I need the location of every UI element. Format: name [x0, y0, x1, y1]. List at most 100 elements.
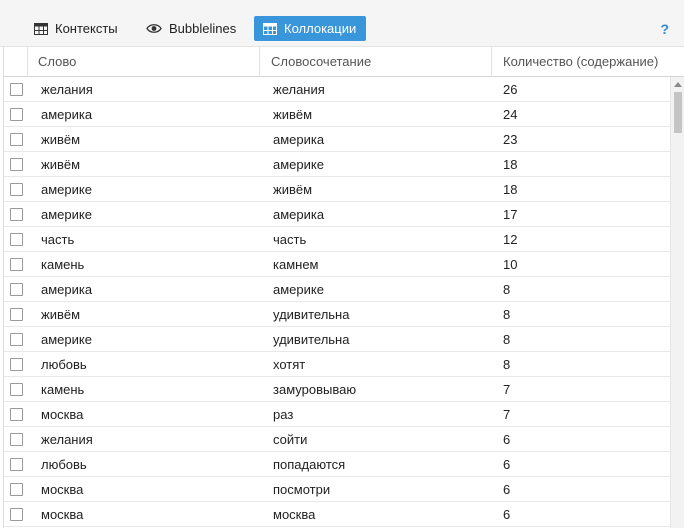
collocation-cell: америка: [273, 207, 325, 222]
table-row[interactable]: москва посмотри 6: [4, 477, 670, 502]
row-checkbox[interactable]: [10, 408, 23, 421]
word-cell: желания: [41, 432, 93, 447]
table-row[interactable]: любовь хотят 8: [4, 352, 670, 377]
word-cell: москва: [41, 507, 84, 522]
word-cell: америке: [41, 182, 92, 197]
count-cell: 7: [503, 407, 511, 422]
scroll-up-arrow-icon[interactable]: [671, 77, 684, 91]
column-header-word[interactable]: Слово: [27, 47, 259, 77]
collocation-cell: живём: [273, 107, 313, 122]
word-cell: камень: [41, 257, 85, 272]
word-cell: любовь: [41, 457, 87, 472]
word-cell: любовь: [41, 357, 87, 372]
row-checkbox[interactable]: [10, 458, 23, 471]
help-button[interactable]: ?: [660, 21, 669, 37]
row-checkbox[interactable]: [10, 283, 23, 296]
count-cell: 8: [503, 332, 511, 347]
table-icon: [34, 22, 48, 35]
count-cell: 7: [503, 382, 511, 397]
word-cell: америке: [41, 332, 92, 347]
collocation-cell: часть: [273, 232, 307, 247]
table-row[interactable]: живём америка 23: [4, 127, 670, 152]
word-cell: америке: [41, 207, 92, 222]
table-row[interactable]: живём удивительна 8: [4, 302, 670, 327]
collocation-cell: камнем: [273, 257, 319, 272]
table-row[interactable]: америке америка 17: [4, 202, 670, 227]
scrollbar-thumb[interactable]: [674, 92, 682, 133]
count-cell: 18: [503, 157, 518, 172]
count-cell: 12: [503, 232, 518, 247]
count-cell: 26: [503, 82, 518, 97]
tab-bubblelines-label: Bubblelines: [169, 21, 237, 36]
eye-icon: [146, 23, 162, 34]
table-row[interactable]: москва москва 6: [4, 502, 670, 527]
row-checkbox[interactable]: [10, 158, 23, 171]
table-row[interactable]: америка живём 24: [4, 102, 670, 127]
row-checkbox[interactable]: [10, 483, 23, 496]
row-checkbox[interactable]: [10, 208, 23, 221]
vertical-scrollbar[interactable]: [670, 77, 684, 528]
word-cell: живём: [41, 132, 81, 147]
collocation-cell: удивительна: [273, 307, 350, 322]
collocation-cell: живём: [273, 182, 313, 197]
select-column-header[interactable]: [4, 47, 27, 77]
count-cell: 10: [503, 257, 518, 272]
row-checkbox[interactable]: [10, 183, 23, 196]
collocation-cell: хотят: [273, 357, 306, 372]
row-checkbox[interactable]: [10, 83, 23, 96]
table-row[interactable]: камень камнем 10: [4, 252, 670, 277]
table-row[interactable]: желания желания 26: [4, 77, 670, 102]
table-row[interactable]: камень замуровываю 7: [4, 377, 670, 402]
table-row[interactable]: москва раз 7: [4, 402, 670, 427]
tab-bubblelines[interactable]: Bubblelines: [137, 16, 245, 41]
row-checkbox[interactable]: [10, 133, 23, 146]
tab-contexts-label: Контексты: [55, 21, 118, 36]
collocation-cell: раз: [273, 407, 294, 422]
word-cell: живём: [41, 307, 81, 322]
word-cell: москва: [41, 407, 84, 422]
collocation-cell: удивительна: [273, 332, 350, 347]
count-cell: 8: [503, 282, 511, 297]
word-cell: живём: [41, 157, 81, 172]
count-cell: 8: [503, 357, 511, 372]
word-cell: желания: [41, 82, 93, 97]
row-checkbox[interactable]: [10, 308, 23, 321]
row-checkbox[interactable]: [10, 108, 23, 121]
column-header-collocation[interactable]: Словосочетание: [259, 47, 491, 77]
row-checkbox[interactable]: [10, 358, 23, 371]
tab-collocations-label: Коллокации: [284, 21, 357, 36]
row-checkbox[interactable]: [10, 383, 23, 396]
collocation-cell: америка: [273, 132, 325, 147]
count-cell: 18: [503, 182, 518, 197]
table-icon: [263, 22, 277, 35]
collocation-cell: москва: [273, 507, 316, 522]
count-cell: 23: [503, 132, 518, 147]
row-checkbox[interactable]: [10, 258, 23, 271]
table-row[interactable]: америке удивительна 8: [4, 327, 670, 352]
toolbar: Контексты Bubblelines Коллокации ?: [0, 0, 684, 47]
table-row[interactable]: америке живём 18: [4, 177, 670, 202]
table-row[interactable]: часть часть 12: [4, 227, 670, 252]
table-row[interactable]: желания сойти 6: [4, 427, 670, 452]
word-cell: америка: [41, 282, 93, 297]
grid-body: желания желания 26 америка живём 24 живём амери…: [4, 77, 670, 527]
collocation-cell: посмотри: [273, 482, 331, 497]
collocation-cell: сойти: [273, 432, 308, 447]
collocations-grid: Слово Словосочетание Количество (содержа…: [3, 47, 684, 528]
row-checkbox[interactable]: [10, 333, 23, 346]
row-checkbox[interactable]: [10, 233, 23, 246]
count-cell: 6: [503, 457, 511, 472]
row-checkbox[interactable]: [10, 433, 23, 446]
row-checkbox[interactable]: [10, 508, 23, 521]
tab-collocations[interactable]: Коллокации: [254, 16, 366, 41]
table-row[interactable]: живём америке 18: [4, 152, 670, 177]
collocation-cell: америке: [273, 157, 324, 172]
word-cell: америка: [41, 107, 93, 122]
table-row[interactable]: америка америке 8: [4, 277, 670, 302]
count-cell: 6: [503, 482, 511, 497]
column-header-count[interactable]: Количество (содержание): [491, 47, 684, 77]
tab-contexts[interactable]: Контексты: [25, 16, 127, 41]
word-cell: камень: [41, 382, 85, 397]
table-row[interactable]: любовь попадаются 6: [4, 452, 670, 477]
collocation-cell: замуровываю: [273, 382, 357, 397]
